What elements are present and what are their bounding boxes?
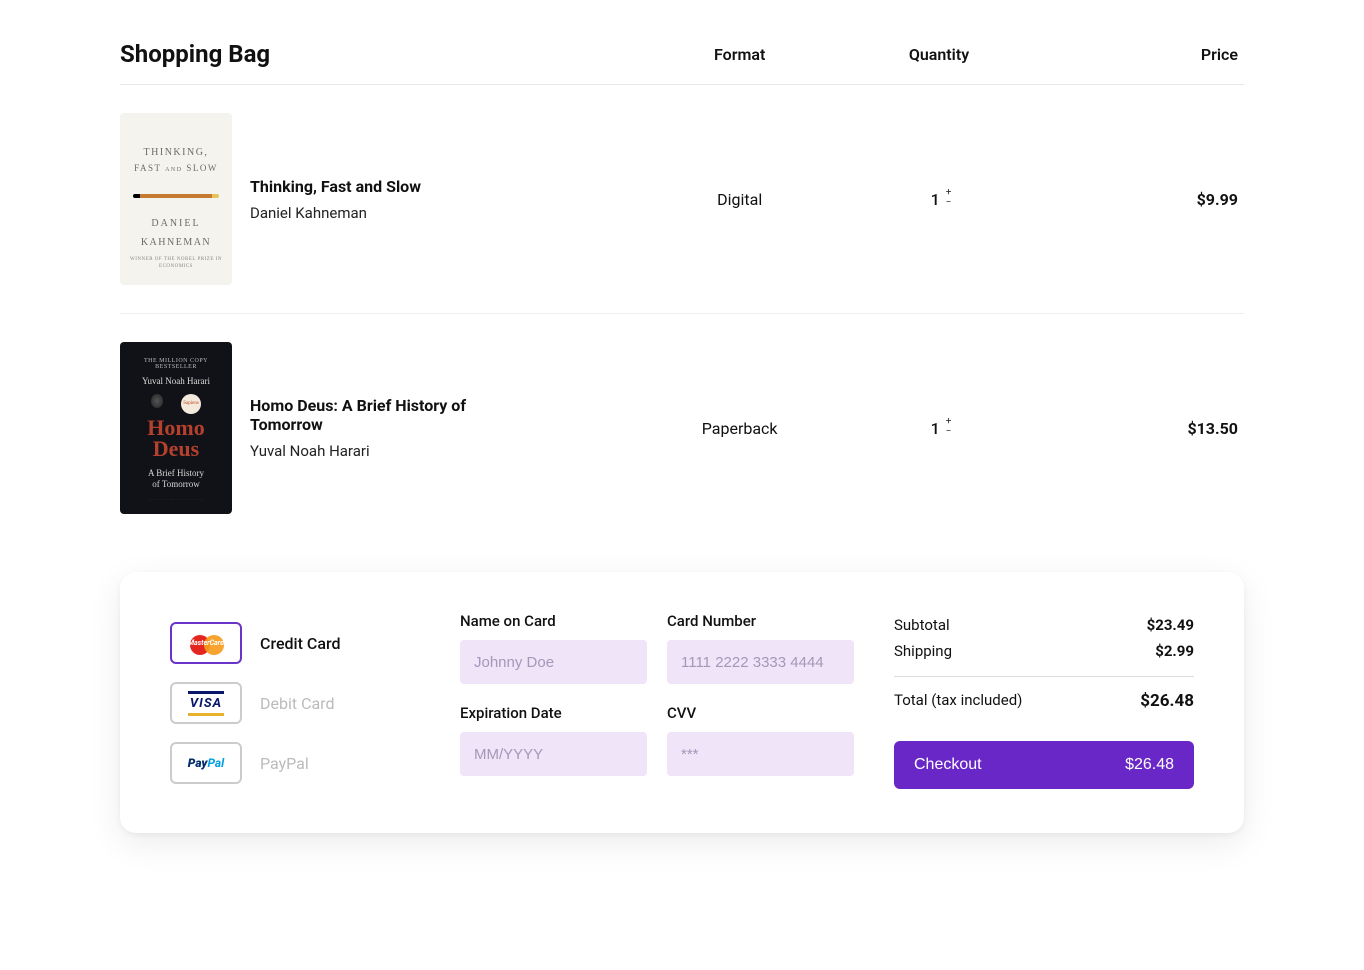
payment-method-credit-card[interactable]: MasterCard Credit Card	[170, 622, 420, 664]
subtotal-label: Subtotal	[894, 616, 950, 634]
column-header-format: Format	[640, 45, 839, 64]
mastercard-icon: MasterCard	[170, 622, 242, 664]
shipping-value: $2.99	[1155, 642, 1194, 660]
book-cover-thumb: THINKING, FAST AND SLOW DANIEL KAHNEMAN …	[120, 113, 232, 285]
item-quantity: 1 + −	[839, 189, 1038, 209]
card-number-input[interactable]	[667, 640, 854, 684]
visa-icon: VISA	[170, 682, 242, 724]
payment-methods: MasterCard Credit Card VISA Debit Card P…	[170, 612, 420, 789]
name-on-card-input[interactable]	[460, 640, 647, 684]
total-label: Total (tax included)	[894, 691, 1022, 711]
checkout-button-label: Checkout	[914, 756, 982, 774]
subtotal-value: $23.49	[1147, 616, 1194, 634]
total-value: $26.48	[1140, 691, 1194, 711]
shipping-label: Shipping	[894, 642, 952, 660]
cvv-input[interactable]	[667, 732, 854, 776]
item-format: Paperback	[640, 419, 839, 438]
cvv-label: CVV	[667, 704, 854, 722]
payment-method-debit-card[interactable]: VISA Debit Card	[170, 682, 420, 724]
quantity-decrease-button[interactable]: −	[946, 428, 952, 438]
item-price: $9.99	[1039, 190, 1244, 209]
cart-header: Shopping Bag Format Quantity Price	[120, 40, 1244, 85]
payment-method-label: PayPal	[260, 754, 309, 773]
item-quantity: 1 + −	[839, 418, 1038, 438]
item-title: Thinking, Fast and Slow	[250, 177, 421, 196]
book-cover-thumb: THE MILLION COPY BESTSELLER Yuval Noah H…	[120, 342, 232, 514]
item-price: $13.50	[1039, 419, 1244, 438]
column-header-quantity: Quantity	[839, 45, 1038, 64]
card-number-label: Card Number	[667, 612, 854, 630]
checkout-button-amount: $26.48	[1125, 756, 1174, 774]
item-title: Homo Deus: A Brief History of Tomorrow	[250, 396, 470, 434]
item-format: Digital	[640, 190, 839, 209]
payment-method-label: Credit Card	[260, 634, 341, 653]
checkout-button[interactable]: Checkout $26.48	[894, 741, 1194, 789]
name-on-card-label: Name on Card	[460, 612, 647, 630]
checkout-panel: MasterCard Credit Card VISA Debit Card P…	[120, 572, 1244, 833]
payment-method-label: Debit Card	[260, 694, 334, 713]
column-header-price: Price	[1039, 45, 1244, 64]
page-title: Shopping Bag	[120, 40, 640, 68]
expiration-input[interactable]	[460, 732, 647, 776]
order-summary: Subtotal $23.49 Shipping $2.99 Total (ta…	[894, 612, 1194, 789]
payment-method-paypal[interactable]: PayPal PayPal	[170, 742, 420, 784]
quantity-value: 1	[927, 190, 944, 209]
cart-item: THINKING, FAST AND SLOW DANIEL KAHNEMAN …	[120, 85, 1244, 314]
cart-item: THE MILLION COPY BESTSELLER Yuval Noah H…	[120, 314, 1244, 542]
item-author: Daniel Kahneman	[250, 204, 421, 222]
item-author: Yuval Noah Harari	[250, 442, 470, 460]
expiration-label: Expiration Date	[460, 704, 647, 722]
paypal-icon: PayPal	[170, 742, 242, 784]
quantity-value: 1	[927, 419, 944, 438]
quantity-decrease-button[interactable]: −	[946, 199, 952, 209]
